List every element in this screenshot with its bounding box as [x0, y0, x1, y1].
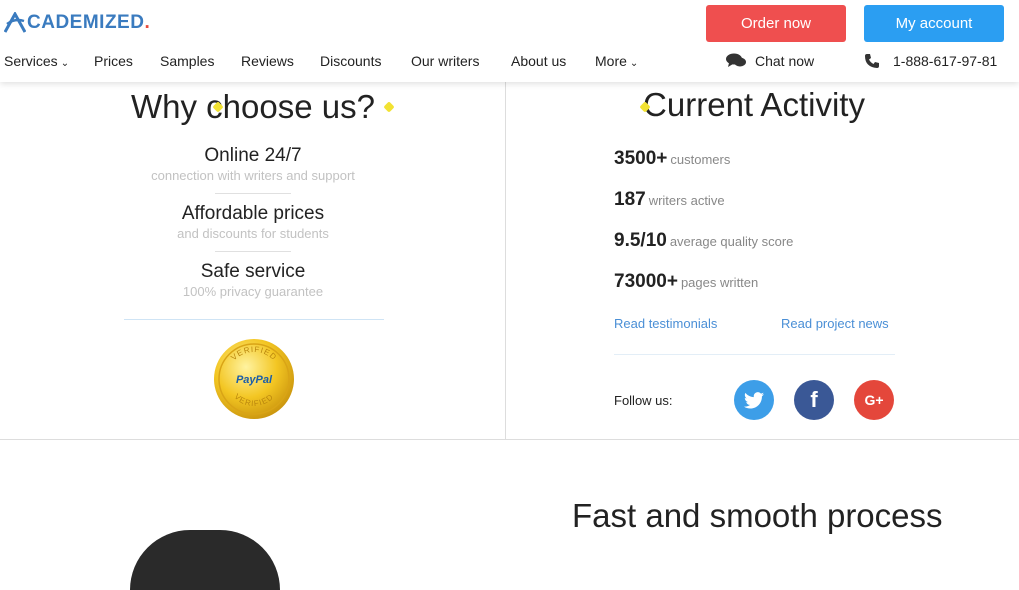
nav-item-samples[interactable]: Samples [160, 53, 214, 69]
nav-item-reviews[interactable]: Reviews [241, 53, 294, 69]
why-choose-title: Why choose us? [131, 88, 375, 125]
twitter-button[interactable] [734, 380, 774, 420]
stat-label: customers [670, 152, 731, 167]
paypal-verified-seal: VERIFIED VERIFIED PayPal [214, 339, 294, 419]
chevron-down-icon: ⌄ [629, 58, 639, 69]
read-testimonials-link[interactable]: Read testimonials [614, 316, 717, 331]
column-divider [505, 82, 506, 440]
stat-label: average quality score [669, 234, 794, 249]
stat-value: 187 [614, 189, 646, 210]
order-now-button[interactable]: Order now [706, 5, 846, 42]
facebook-button[interactable]: f [794, 380, 834, 420]
read-project-news-link[interactable]: Read project news [781, 316, 889, 331]
stat-customers: 3500+ customers [614, 148, 730, 170]
nav-item-discounts[interactable]: Discounts [320, 53, 381, 69]
chat-now-label: Chat now [755, 53, 815, 69]
stat-quality: 9.5/10 average quality score [614, 230, 793, 252]
chat-bubble-icon [726, 53, 746, 67]
google-plus-button[interactable]: G+ [854, 380, 894, 420]
facebook-icon: f [810, 387, 818, 412]
feature-subtitle: 100% privacy guarantee [182, 284, 324, 299]
nav-item-our-writers[interactable]: Our writers [411, 53, 479, 69]
phone-icon [865, 54, 879, 68]
site-header: CADEMIZED. Order now My account Services… [0, 0, 1019, 113]
feature-divider [215, 193, 291, 194]
stat-label: writers active [648, 193, 725, 208]
logo-text: CADEMIZED [27, 12, 145, 33]
nav-item-prices[interactable]: Prices [94, 53, 133, 69]
feature-title: Affordable prices [181, 203, 325, 224]
nav-item-about-us[interactable]: About us [511, 53, 566, 69]
feature-subtitle: connection with writers and support [151, 168, 355, 183]
chat-now-link[interactable]: Chat now [726, 53, 814, 69]
stat-value: 73000+ [614, 271, 678, 292]
stat-value: 3500+ [614, 148, 668, 169]
section-bottom-border [0, 439, 1019, 440]
nav-item-label: More [595, 53, 627, 69]
feature-title: Safe service [200, 261, 306, 282]
nav-item-services[interactable]: Services ⌄ [4, 53, 69, 69]
phone-number: 1-888-617-97-81 [893, 53, 998, 69]
current-activity-title: Current Activity [643, 86, 865, 123]
feature-subtitle: and discounts for students [177, 226, 329, 241]
google-plus-icon: G+ [864, 392, 884, 408]
section-divider [124, 319, 384, 320]
seal-center-text: PayPal [236, 374, 273, 386]
stat-value: 9.5/10 [614, 230, 667, 251]
nav-item-label: Services [4, 53, 58, 69]
stat-label: pages written [680, 275, 759, 290]
writer-photo [130, 530, 280, 590]
twitter-icon [744, 391, 764, 408]
nav-item-more[interactable]: More ⌄ [595, 53, 638, 69]
phone-link[interactable]: 1-888-617-97-81 [864, 53, 997, 69]
follow-us-label: Follow us: [614, 393, 673, 408]
feature-title: Online 24/7 [204, 145, 302, 166]
feature-divider [215, 251, 291, 252]
logo-dot: . [144, 12, 150, 33]
activity-divider [614, 354, 895, 355]
logo-a-icon [4, 12, 26, 33]
my-account-button[interactable]: My account [864, 5, 1004, 42]
site-logo[interactable]: CADEMIZED. [4, 12, 150, 34]
fast-process-title: Fast and smooth process [572, 497, 943, 534]
stat-writers: 187 writers active [614, 189, 725, 211]
chevron-down-icon: ⌄ [60, 58, 70, 69]
stat-pages: 73000+ pages written [614, 271, 758, 293]
